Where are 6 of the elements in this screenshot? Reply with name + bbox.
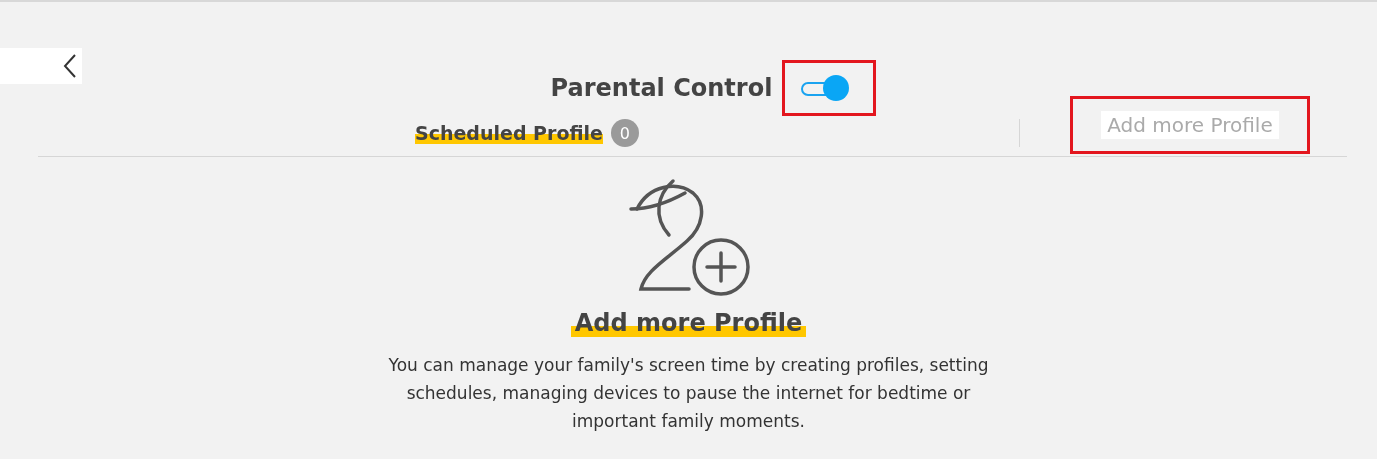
back-button[interactable] <box>0 48 82 84</box>
count-badge: 0 <box>610 119 639 147</box>
empty-state-description: You can manage your family's screen time by creating profiles, setting schedules, managing devices to pause the internet for bedtime or important family moments. <box>388 354 989 433</box>
page-title: Parental Control <box>550 74 773 102</box>
back-icon <box>62 53 78 79</box>
toggle-switch[interactable] <box>801 75 848 101</box>
